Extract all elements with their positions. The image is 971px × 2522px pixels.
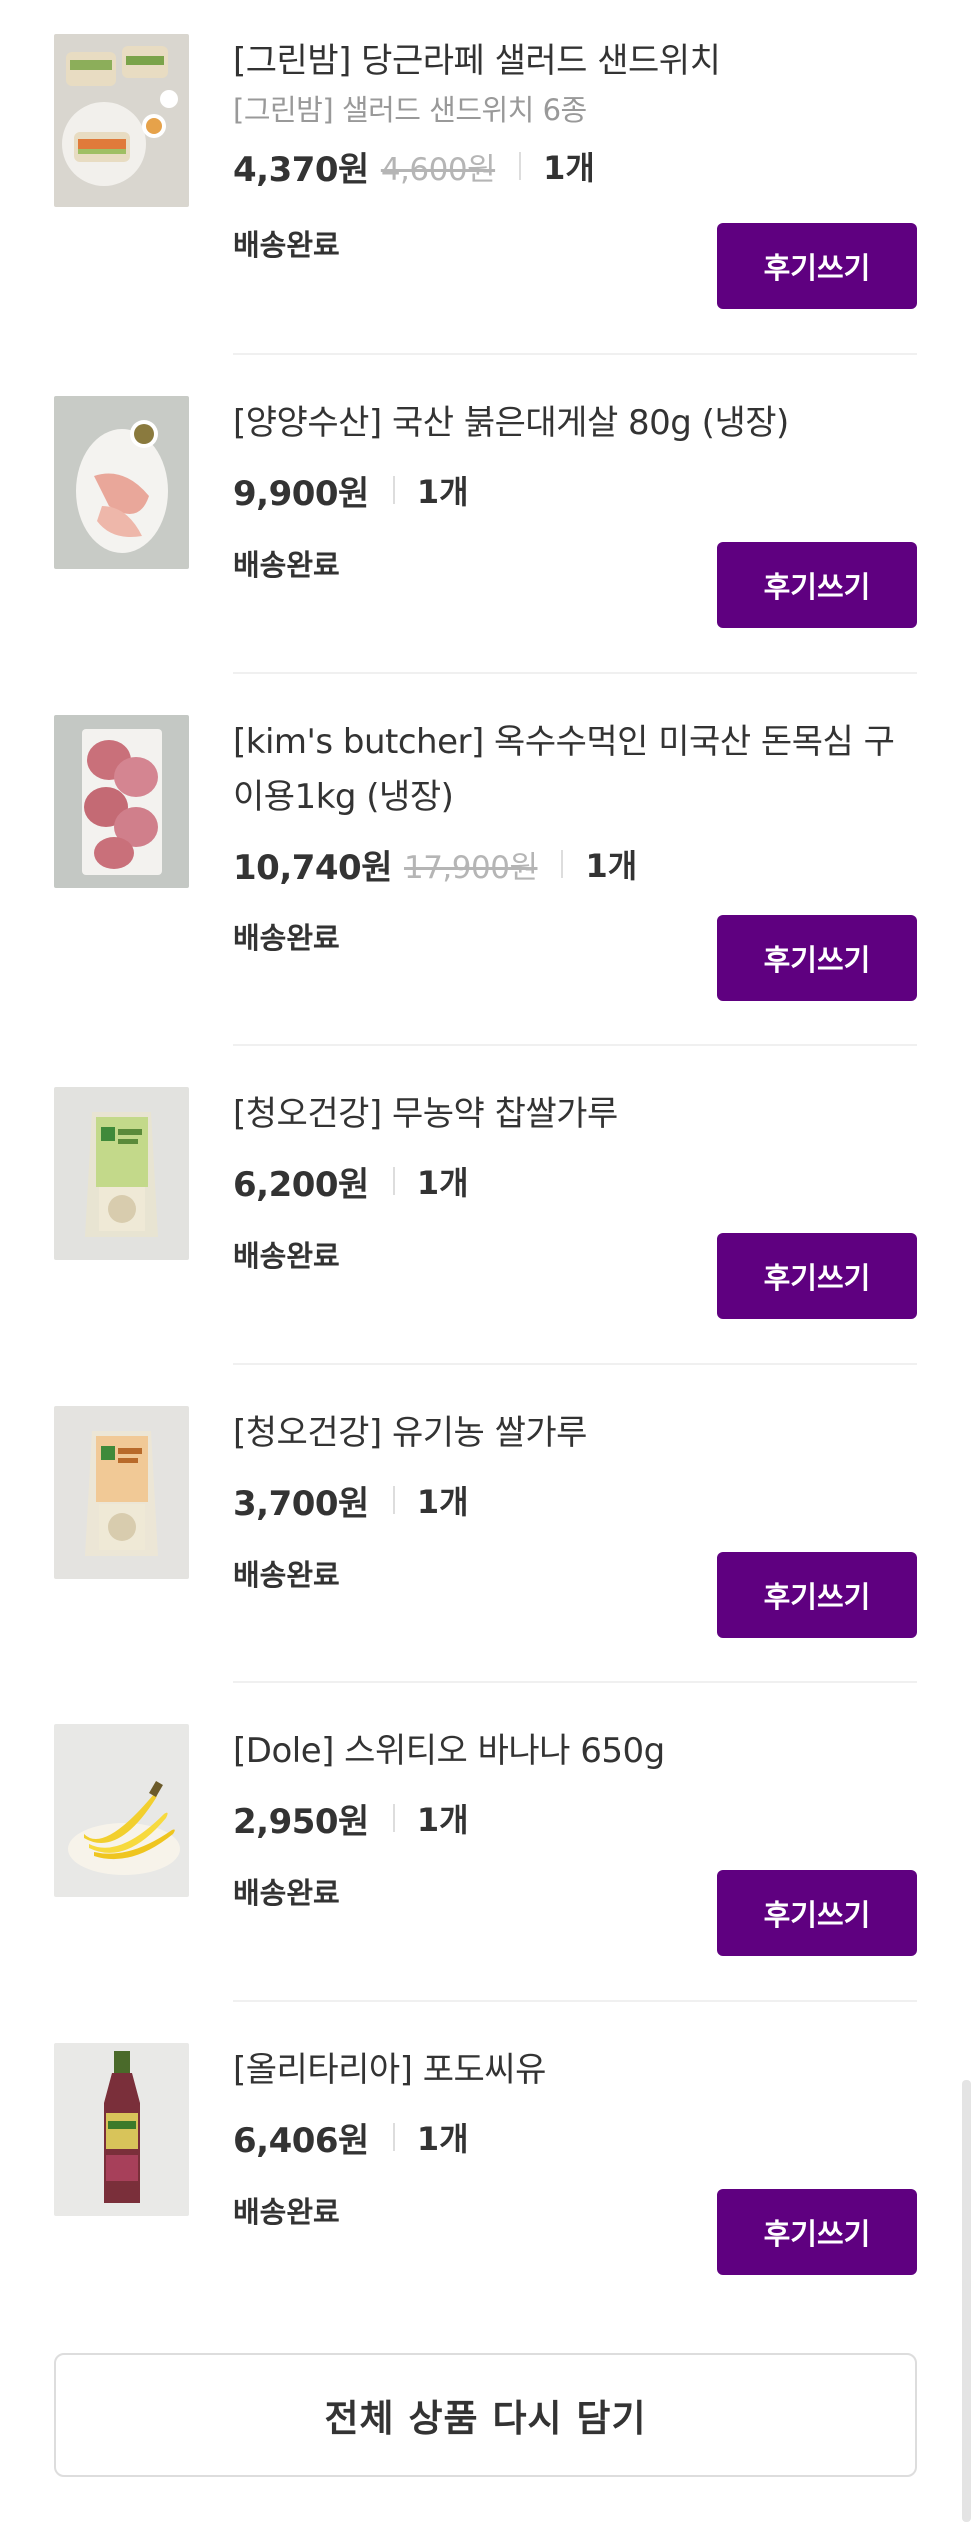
- product-name[interactable]: [Dole] 스위티오 바나나 650g: [233, 1724, 917, 1779]
- item-info: [그린밤] 당근라페 샐러드 샌드위치 [그린밤] 샐러드 샌드위치 6종 4,…: [233, 34, 917, 310]
- banana-thumbnail[interactable]: [54, 1724, 189, 1897]
- sale-price: 4,370원: [233, 149, 369, 190]
- write-review-button[interactable]: 후기쓰기: [717, 542, 917, 628]
- divider: [233, 1044, 917, 1046]
- delivery-status: 배송완료: [233, 2195, 340, 2229]
- write-review-button[interactable]: 후기쓰기: [717, 1552, 917, 1638]
- divider: [233, 1681, 917, 1683]
- delivery-status: 배송완료: [233, 228, 340, 262]
- quantity: 1개: [416, 1801, 469, 1839]
- separator: [392, 1804, 395, 1832]
- separator: [561, 850, 564, 878]
- sale-price: 6,406원: [233, 2120, 369, 2161]
- sale-price: 2,950원: [233, 1801, 369, 1842]
- divider: [233, 672, 917, 674]
- price-row: 10,740원 17,900원 1개: [233, 839, 917, 889]
- oil-bottle-thumbnail[interactable]: [54, 2043, 189, 2216]
- delivery-status: 배송완료: [233, 1558, 340, 1592]
- write-review-button[interactable]: 후기쓰기: [717, 223, 917, 309]
- sandwich-thumbnail[interactable]: [54, 34, 189, 207]
- delivery-status: 배송완료: [233, 548, 340, 582]
- quantity: 1개: [416, 1164, 469, 1202]
- product-name[interactable]: [청오건강] 유기농 쌀가루: [233, 1406, 917, 1461]
- product-name[interactable]: [그린밤] 당근라페 샐러드 샌드위치: [233, 34, 917, 89]
- write-review-button[interactable]: 후기쓰기: [717, 915, 917, 1001]
- product-name[interactable]: [청오건강] 무농약 찹쌀가루: [233, 1087, 917, 1142]
- product-name[interactable]: [양양수산] 국산 붉은대게살 80g (냉장): [233, 396, 917, 451]
- item-info: [Dole] 스위티오 바나나 650g 2,950원 1개 배송완료 후기쓰기: [233, 1724, 917, 1964]
- separator: [392, 1486, 395, 1514]
- crab-thumbnail[interactable]: [54, 396, 189, 569]
- product-subtitle: [그린밤] 샐러드 샌드위치 6종: [233, 93, 587, 127]
- item-info: [올리타리아] 포도씨유 6,406원 1개 배송완료 후기쓰기: [233, 2043, 917, 2283]
- price-row: 6,406원 1개: [233, 2112, 917, 2162]
- scrollbar[interactable]: [962, 2080, 971, 2522]
- sale-price: 3,700원: [233, 1483, 369, 1524]
- quantity: 1개: [585, 847, 638, 885]
- quantity: 1개: [416, 1483, 469, 1521]
- delivery-status: 배송완료: [233, 921, 340, 955]
- pork-thumbnail[interactable]: [54, 715, 189, 888]
- price-row: 9,900원 1개: [233, 465, 917, 515]
- write-review-button[interactable]: 후기쓰기: [717, 2189, 917, 2275]
- sale-price: 6,200원: [233, 1164, 369, 1205]
- divider: [233, 353, 917, 355]
- product-name[interactable]: [올리타리아] 포도씨유: [233, 2043, 917, 2098]
- product-name[interactable]: [kim's butcher] 옥수수먹인 미국산 돈목심 구이용1kg (냉장…: [233, 715, 917, 825]
- divider: [233, 2000, 917, 2002]
- sale-price: 9,900원: [233, 473, 369, 514]
- item-info: [양양수산] 국산 붉은대게살 80g (냉장) 9,900원 1개 배송완료 …: [233, 396, 917, 636]
- separator: [392, 1167, 395, 1195]
- sale-price: 10,740원: [233, 847, 392, 888]
- separator: [392, 476, 395, 504]
- item-info: [청오건강] 유기농 쌀가루 3,700원 1개 배송완료 후기쓰기: [233, 1406, 917, 1646]
- quantity: 1개: [416, 2120, 469, 2158]
- delivery-status: 배송완료: [233, 1239, 340, 1273]
- rice-flour-bag-thumbnail[interactable]: [54, 1406, 189, 1579]
- separator: [392, 2123, 395, 2151]
- item-info: [kim's butcher] 옥수수먹인 미국산 돈목심 구이용1kg (냉장…: [233, 715, 917, 1011]
- rice-flour-bag-thumbnail[interactable]: [54, 1087, 189, 1260]
- divider: [233, 1363, 917, 1365]
- item-info: [청오건강] 무농약 찹쌀가루 6,200원 1개 배송완료 후기쓰기: [233, 1087, 917, 1327]
- original-price: 4,600원: [380, 151, 496, 188]
- price-row: 2,950원 1개: [233, 1793, 917, 1843]
- price-row: 6,200원 1개: [233, 1156, 917, 1206]
- price-row: 4,370원 4,600원 1개: [233, 141, 917, 191]
- readd-all-button[interactable]: 전체 상품 다시 담기: [54, 2353, 917, 2477]
- write-review-button[interactable]: 후기쓰기: [717, 1870, 917, 1956]
- quantity: 1개: [416, 473, 469, 511]
- separator: [519, 152, 522, 180]
- quantity: 1개: [543, 149, 595, 187]
- delivery-status: 배송완료: [233, 1876, 340, 1910]
- write-review-button[interactable]: 후기쓰기: [717, 1233, 917, 1319]
- price-row: 3,700원 1개: [233, 1475, 917, 1525]
- original-price: 17,900원: [403, 849, 538, 886]
